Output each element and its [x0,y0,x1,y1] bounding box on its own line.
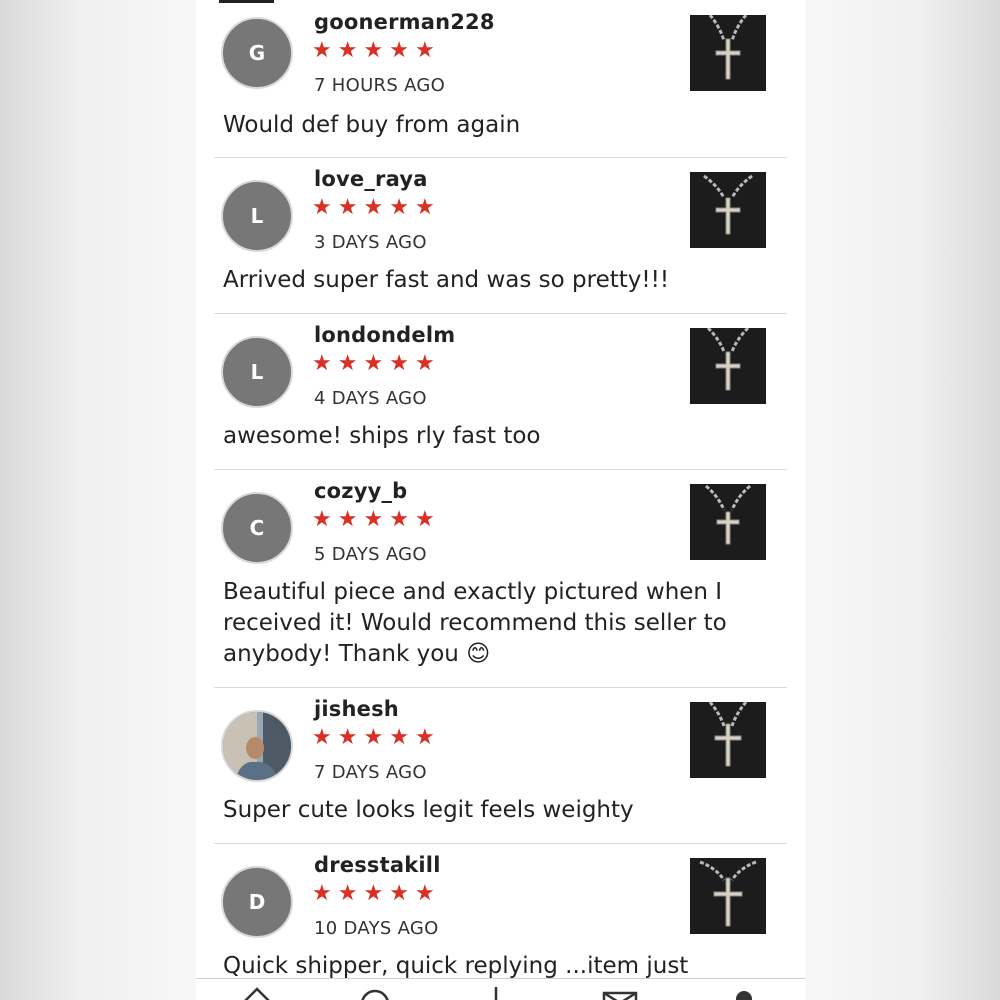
star-icon: ★ [337,195,358,220]
sell-icon[interactable] [486,985,506,1000]
messages-icon[interactable] [602,985,638,1000]
star-rating: ★ ★ ★ ★ ★ [312,727,435,749]
review-time: 7 HOURS AGO [314,75,446,96]
bottom-tab-bar [196,978,805,1000]
star-icon: ★ [337,351,358,376]
item-thumbnail[interactable] [690,172,766,248]
review-username[interactable]: londondelm [314,323,455,347]
review-item: jishesh ★ ★ ★ ★ ★ 7 DAYS AGO Super cute look… [214,687,787,844]
star-icon: ★ [414,38,435,63]
star-icon: ★ [389,507,409,532]
review-username[interactable]: jishesh [314,697,399,721]
star-icon: ★ [363,725,384,750]
star-icon: ★ [363,38,384,63]
star-rating: ★ ★ ★ ★ ★ [312,197,435,219]
star-icon: ★ [312,725,332,750]
star-icon: ★ [389,881,409,906]
review-text: Would def buy from again [223,112,521,138]
star-icon: ★ [363,881,384,906]
star-icon: ★ [389,195,409,220]
avatar[interactable]: G [221,17,293,89]
star-icon: ★ [363,195,384,220]
avatar[interactable] [221,710,293,782]
review-item: L londondelm ★ ★ ★ ★ ★ 4 DAYS AGO awesome! s… [214,313,787,470]
star-icon: ★ [337,38,358,63]
star-icon: ★ [389,38,409,63]
star-icon: ★ [312,351,332,376]
star-icon: ★ [337,725,358,750]
review-time: 5 DAYS AGO [314,544,427,565]
reviews-screen: G goonerman228 ★ ★ ★ ★ ★ 7 HOURS AGO Would d… [196,0,805,1000]
item-thumbnail[interactable] [690,702,766,778]
star-icon: ★ [312,507,332,532]
star-icon: ★ [414,881,435,906]
review-time: 7 DAYS AGO [314,762,427,783]
star-rating: ★ ★ ★ ★ ★ [312,353,435,375]
star-icon: ★ [414,195,435,220]
star-rating: ★ ★ ★ ★ ★ [312,883,435,905]
review-item: C cozyy_b ★ ★ ★ ★ ★ 5 DAYS AGO Beautiful pie… [214,469,787,688]
star-icon: ★ [312,195,332,220]
review-username[interactable]: love_raya [314,167,428,191]
review-time: 3 DAYS AGO [314,232,427,253]
review-item: D dresstakill ★ ★ ★ ★ ★ 10 DAYS AGO Quick sh… [214,843,787,1000]
star-icon: ★ [312,881,332,906]
star-rating: ★ ★ ★ ★ ★ [312,509,435,531]
item-thumbnail[interactable] [690,484,766,560]
review-text: awesome! ships rly fast too [223,423,541,449]
star-icon: ★ [337,507,358,532]
profile-icon[interactable] [732,985,756,1000]
review-time: 10 DAYS AGO [314,918,439,939]
item-thumbnail[interactable] [690,858,766,934]
review-item: G goonerman228 ★ ★ ★ ★ ★ 7 HOURS AGO Would d… [214,0,787,158]
star-rating: ★ ★ ★ ★ ★ [312,40,435,62]
item-thumbnail[interactable] [690,15,766,91]
review-username[interactable]: goonerman228 [314,10,495,34]
home-icon[interactable] [240,985,274,1000]
review-username[interactable]: cozyy_b [314,479,407,503]
avatar[interactable]: L [221,180,293,252]
review-text: Arrived super fast and was so pretty!!! [223,267,670,293]
review-time: 4 DAYS AGO [314,388,427,409]
avatar[interactable]: D [221,866,293,938]
review-username[interactable]: dresstakill [314,853,441,877]
star-icon: ★ [337,881,358,906]
star-icon: ★ [389,725,409,750]
search-icon[interactable] [358,985,392,1000]
star-icon: ★ [414,351,435,376]
star-icon: ★ [363,507,384,532]
star-icon: ★ [414,725,435,750]
review-item: L love_raya ★ ★ ★ ★ ★ 3 DAYS AGO Arrived sup… [214,157,787,314]
star-icon: ★ [414,507,435,532]
star-icon: ★ [312,38,332,63]
avatar[interactable]: C [221,492,293,564]
review-text: Beautiful piece and exactly pictured whe… [223,579,727,667]
review-text: Super cute looks legit feels weighty [223,797,634,823]
avatar[interactable]: L [221,336,293,408]
star-icon: ★ [389,351,409,376]
star-icon: ★ [363,351,384,376]
item-thumbnail[interactable] [690,328,766,404]
